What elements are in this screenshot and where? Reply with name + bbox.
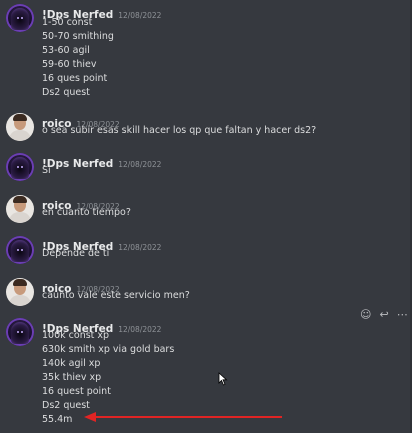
timestamp: 12/08/2022 xyxy=(118,11,162,20)
avatar-body xyxy=(9,130,31,141)
annotation-arrow-icon xyxy=(84,412,282,422)
message-line: 53-60 agil xyxy=(42,45,90,56)
message-line: 35k thiev xp xyxy=(42,372,102,383)
hood-shape xyxy=(11,322,29,344)
reply-icon[interactable]: ↩ xyxy=(379,309,388,320)
chat-message-list: !Dps Nerfed 12/08/2022 1-50 const 50-70 s… xyxy=(0,0,412,433)
avatar-eye xyxy=(17,166,19,168)
timestamp: 12/08/2022 xyxy=(118,243,162,252)
avatar-hair xyxy=(13,279,27,286)
avatar[interactable] xyxy=(6,278,34,306)
message-line: 55.4m xyxy=(42,414,73,425)
message-line: o sea subir esas skill hacer los qp que … xyxy=(42,125,317,136)
add-reaction-icon[interactable]: ☺ xyxy=(360,309,371,320)
message-header: !Dps Nerfed 12/08/2022 xyxy=(42,152,161,171)
message-line: 59-60 thiev xyxy=(42,59,97,70)
message-line: 140k agil xp xyxy=(42,358,101,369)
avatar[interactable] xyxy=(6,153,34,181)
avatar-eye xyxy=(21,17,23,19)
avatar-eye xyxy=(21,331,23,333)
message-line: Depende de ti xyxy=(42,248,110,259)
avatar[interactable] xyxy=(6,236,34,264)
message-line: en cuanto tiempo? xyxy=(42,207,131,218)
avatar-eye xyxy=(21,166,23,168)
more-icon[interactable]: ⋯ xyxy=(397,309,408,320)
message-line: Ds2 quest xyxy=(42,87,90,98)
username[interactable]: !Dps Nerfed xyxy=(42,158,113,170)
message-line: 50-70 smithing xyxy=(42,31,114,42)
hood-shape xyxy=(11,240,29,262)
avatar-body xyxy=(9,295,31,306)
timestamp: 12/08/2022 xyxy=(118,325,162,334)
message-hover-toolbar: ☺ ↩ ⋯ xyxy=(356,306,412,323)
message-line: 16 quest point xyxy=(42,386,111,397)
message-line: caunto vale este servicio men? xyxy=(42,290,190,301)
avatar-eye xyxy=(17,249,19,251)
message-line: 100k const xp xyxy=(42,330,110,341)
avatar-body xyxy=(9,212,31,223)
message-line: Si xyxy=(42,165,51,176)
mouse-cursor-icon xyxy=(218,372,228,386)
message-line: 1-50 const xyxy=(42,17,93,28)
avatar[interactable] xyxy=(6,318,34,346)
avatar[interactable] xyxy=(6,4,34,32)
message-line: 16 ques point xyxy=(42,73,108,84)
avatar-hair xyxy=(13,114,27,121)
message-line: Ds2 quest xyxy=(42,400,90,411)
avatar-eye xyxy=(21,249,23,251)
avatar[interactable] xyxy=(6,195,34,223)
hood-shape xyxy=(11,8,29,30)
avatar-eye xyxy=(17,331,19,333)
message-line: 630k smith xp via gold bars xyxy=(42,344,175,355)
hood-shape xyxy=(11,157,29,179)
avatar[interactable] xyxy=(6,113,34,141)
avatar-hair xyxy=(13,196,27,203)
timestamp: 12/08/2022 xyxy=(118,160,162,169)
avatar-eye xyxy=(17,17,19,19)
